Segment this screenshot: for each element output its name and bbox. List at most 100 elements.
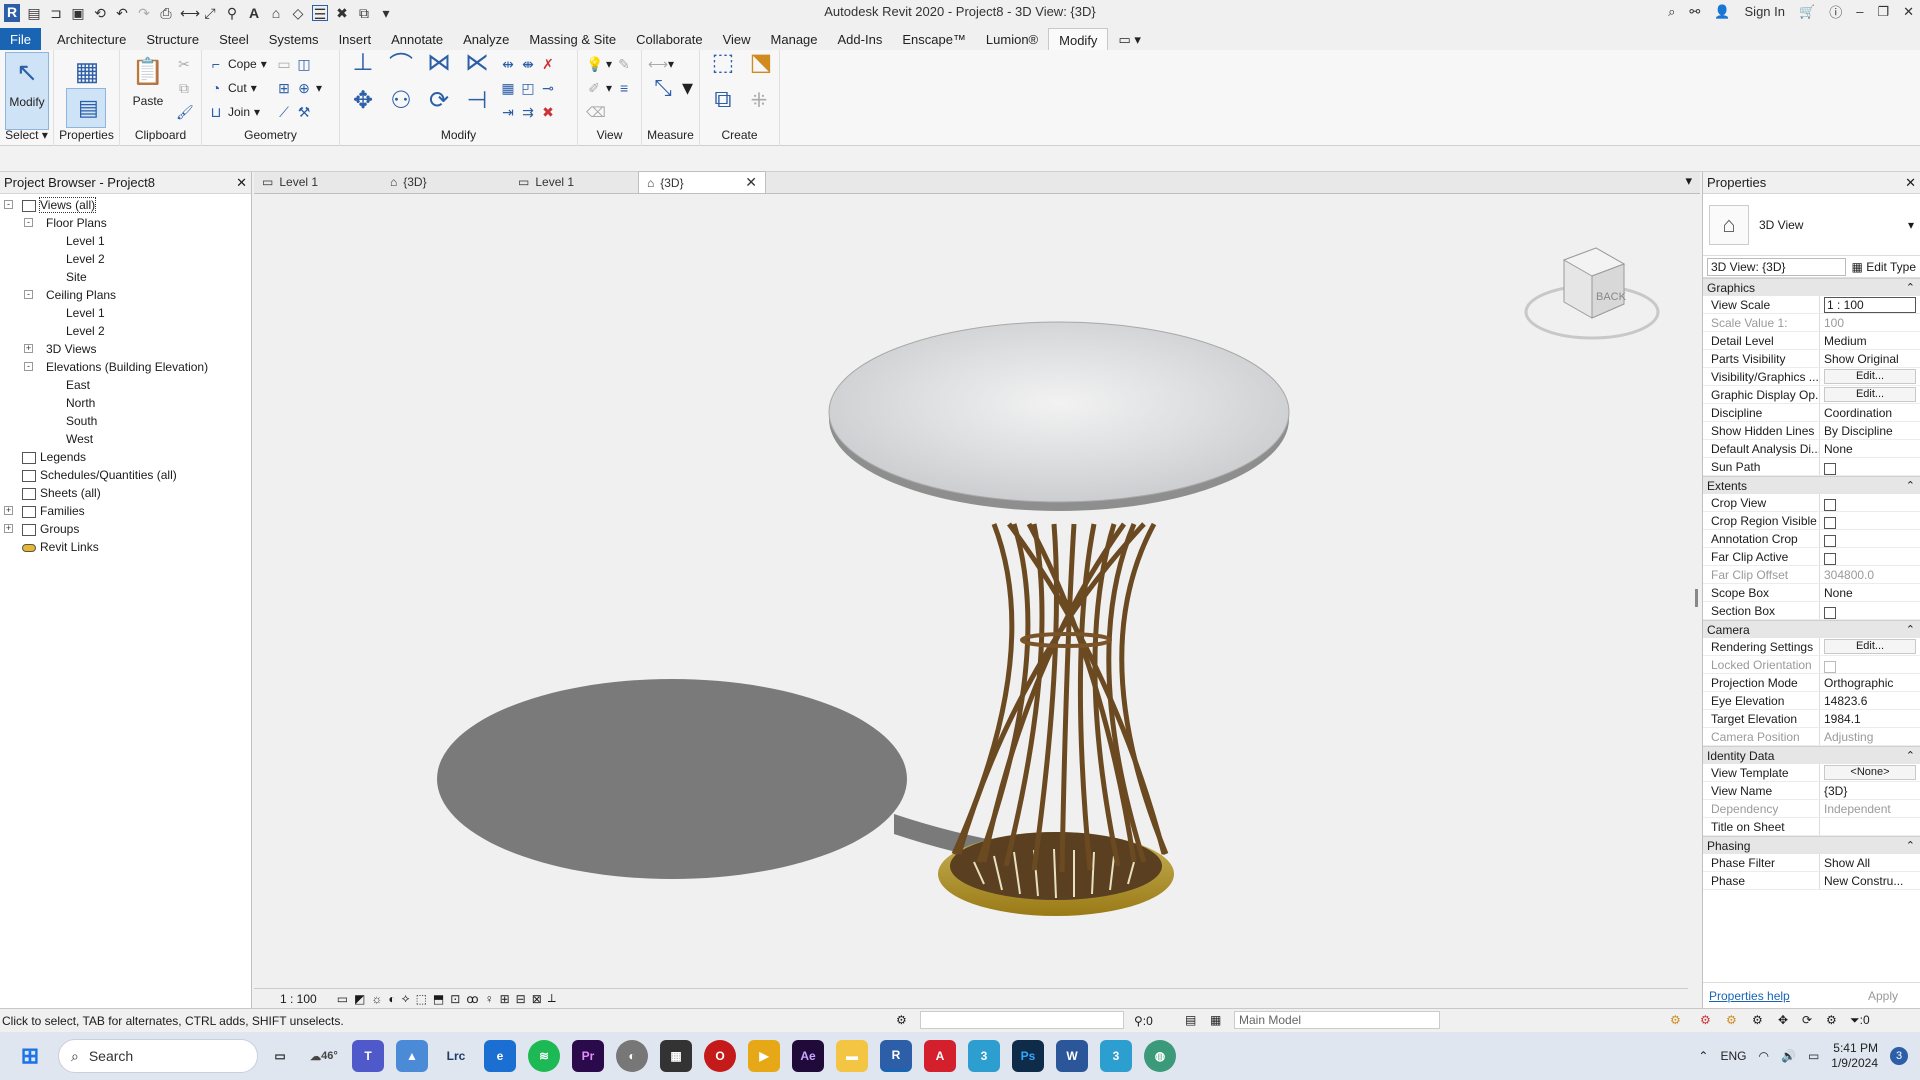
sync-icon[interactable]: ⟲	[92, 5, 108, 21]
tree-item[interactable]: - Ceiling Plans	[0, 286, 251, 304]
tree-item[interactable]: Level 2	[0, 322, 251, 340]
property-value[interactable]: Coordination	[1819, 404, 1920, 421]
cope-button[interactable]: ⌐ Cope ▾	[208, 54, 267, 74]
dimension-button[interactable]: ⤡ ▾	[648, 75, 693, 100]
select-links-icon[interactable]: ⚙	[1670, 1013, 1681, 1027]
property-group-header[interactable]: Phasing	[1703, 836, 1920, 855]
show-hidden-icons-icon[interactable]: ⌃	[1698, 1049, 1708, 1063]
property-value[interactable]: None	[1819, 440, 1920, 457]
revit-logo-icon[interactable]: R	[4, 4, 20, 22]
close-icon[interactable]: ✕	[1903, 4, 1914, 20]
app-icon[interactable]: ◐	[616, 1040, 648, 1072]
property-value[interactable]: Edit...	[1819, 386, 1920, 403]
windows-start-icon[interactable]: ⊞	[14, 1040, 46, 1072]
property-edit-button[interactable]: Edit...	[1824, 369, 1916, 384]
background-process-icon[interactable]: ⟳	[1802, 1013, 1812, 1027]
properties-help-link[interactable]: Properties help	[1709, 989, 1790, 1003]
modify-tools-row2[interactable]: ✥ ⚇ ⟳ ⊣	[346, 87, 494, 114]
property-checkbox[interactable]	[1824, 660, 1836, 673]
tree-item[interactable]: Level 2	[0, 250, 251, 268]
property-value[interactable]: Show All	[1819, 854, 1920, 871]
tab-architecture[interactable]: Architecture	[47, 28, 136, 50]
select-dropdown[interactable]: Select ▾	[0, 128, 53, 142]
tree-item[interactable]: + Families	[0, 502, 251, 520]
teams-icon[interactable]: T	[352, 1040, 384, 1072]
type-selector[interactable]: ⌂ 3D View ▾	[1703, 194, 1920, 256]
weather-widget[interactable]: ☁ 46°	[308, 1040, 340, 1072]
modify-button[interactable]: ↖ Modify	[5, 52, 49, 130]
sun-path-icon[interactable]: ☼	[371, 992, 382, 1006]
visual-style-icon[interactable]: ◩	[354, 992, 365, 1006]
close-hidden-icon[interactable]: ✖	[334, 5, 350, 21]
property-group-header[interactable]: Graphics	[1703, 278, 1920, 297]
tab-level-1[interactable]: ▭ Level 1	[254, 171, 382, 193]
property-value[interactable]	[1819, 458, 1920, 475]
restore-icon[interactable]: ❐	[1877, 4, 1889, 20]
settings-icon[interactable]: ⚙	[1826, 1013, 1837, 1027]
geometry-tools-row2[interactable]: ⊞ ⊕ ▾	[276, 78, 322, 98]
modify-tools-row1[interactable]: ⊥ ⌒ ⋈ ⋉	[346, 49, 494, 79]
section-icon[interactable]: ◇	[290, 5, 306, 21]
temp-hide-icon[interactable]: ꝏ	[466, 992, 478, 1006]
tab-structure[interactable]: Structure	[136, 28, 209, 50]
battery-icon[interactable]: ▭	[1808, 1049, 1819, 1063]
expand-icon[interactable]: +	[4, 506, 13, 515]
binoculars-icon[interactable]: ⚯	[1689, 4, 1700, 20]
3dsmax-2-icon[interactable]: 3	[1100, 1040, 1132, 1072]
media-icon[interactable]: ▶	[748, 1040, 780, 1072]
show-crop-icon[interactable]: ⬒	[433, 992, 444, 1006]
create-parts-button[interactable]: ⬚ ⬔	[706, 49, 778, 76]
spotify-icon[interactable]: ≋	[528, 1040, 560, 1072]
geometry-tools-row1[interactable]: ▭ ◫	[276, 54, 312, 74]
select-underlay-icon[interactable]: ⚙	[1700, 1013, 1711, 1027]
collapse-icon[interactable]: -	[24, 362, 33, 371]
apply-button[interactable]: Apply	[1852, 987, 1914, 1005]
tab-level-1[interactable]: ▭ Level 1	[510, 171, 638, 193]
revit-taskbar-icon[interactable]: R	[880, 1040, 912, 1072]
open-folder-icon[interactable]: ⊐	[48, 5, 64, 21]
property-value[interactable]: Edit...	[1819, 638, 1920, 655]
property-group-header[interactable]: Identity Data	[1703, 746, 1920, 765]
property-checkbox[interactable]	[1824, 516, 1836, 529]
property-value[interactable]	[1819, 512, 1920, 529]
join-button[interactable]: ⊔ Join ▾	[208, 102, 261, 122]
after-effects-icon[interactable]: Ae	[792, 1040, 824, 1072]
save-icon[interactable]: ▣	[70, 5, 86, 21]
align-dimension-icon[interactable]: ⤢	[202, 5, 218, 21]
language-indicator[interactable]: ENG	[1720, 1049, 1746, 1063]
file-explorer-icon[interactable]: ▬	[836, 1040, 868, 1072]
tab-steel[interactable]: Steel	[209, 28, 259, 50]
undo-icon[interactable]: ↶	[114, 5, 130, 21]
volume-icon[interactable]: 🔊	[1781, 1049, 1796, 1063]
property-edit-button[interactable]: Edit...	[1824, 639, 1916, 654]
property-value[interactable]: 14823.6	[1819, 692, 1920, 709]
text-icon[interactable]: A	[246, 5, 262, 21]
tab-add-ins[interactable]: Add-Ins	[828, 28, 893, 50]
tab-3d-active[interactable]: ⌂ {3D} ✕	[638, 171, 766, 193]
user-icon[interactable]: 👤	[1714, 4, 1730, 20]
tree-item[interactable]: Legends	[0, 448, 251, 466]
clock[interactable]: 5:41 PM 1/9/2024	[1831, 1041, 1878, 1071]
tab-massing-site[interactable]: Massing & Site	[519, 28, 626, 50]
tree-item[interactable]: South	[0, 412, 251, 430]
editable-only-icon[interactable]: ▤	[1185, 1013, 1196, 1027]
tab-collaborate[interactable]: Collaborate	[626, 28, 713, 50]
property-group-header[interactable]: Camera	[1703, 620, 1920, 639]
hide-button[interactable]: 💡 ▾ ✎	[586, 54, 632, 74]
design-options-icon[interactable]: ▦	[1210, 1013, 1221, 1027]
notification-badge[interactable]: 3	[1890, 1047, 1908, 1065]
detail-level-icon[interactable]: ▭	[337, 992, 348, 1006]
property-value[interactable]: Show Original	[1819, 350, 1920, 367]
property-edit-button[interactable]: Edit...	[1824, 387, 1916, 402]
paste-button[interactable]: 📋 Paste	[126, 52, 170, 130]
select-by-face-icon[interactable]: ⚙	[1752, 1013, 1763, 1027]
minimize-icon[interactable]: –	[1856, 4, 1863, 19]
create-group-button[interactable]: ⧉ ⁜	[706, 86, 774, 113]
worksets-icon[interactable]: ⚙	[896, 1013, 907, 1027]
collapse-icon[interactable]: -	[24, 290, 33, 299]
tag-icon[interactable]: ⚲	[224, 5, 240, 21]
tab-file[interactable]: File	[0, 28, 41, 50]
design-option-dropdown[interactable]: Main Model	[1234, 1011, 1440, 1029]
premiere-icon[interactable]: Pr	[572, 1040, 604, 1072]
eraser-button[interactable]: ⌫	[586, 102, 606, 122]
